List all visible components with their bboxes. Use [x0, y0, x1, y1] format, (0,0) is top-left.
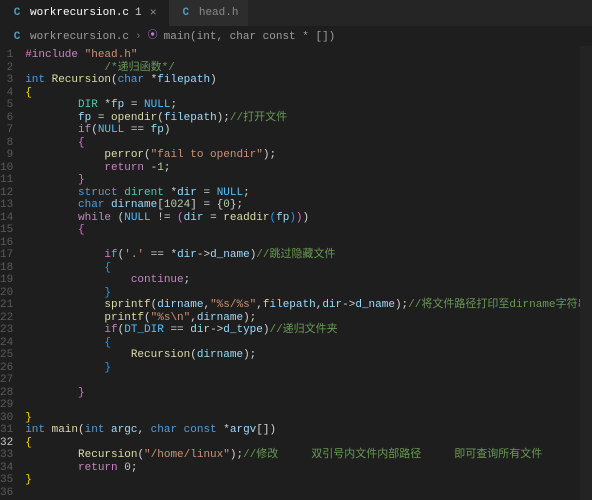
- close-icon[interactable]: ×: [148, 7, 159, 19]
- code-line[interactable]: {: [25, 262, 592, 275]
- breadcrumb[interactable]: C workrecursion.c › ⦿ main(int, char con…: [0, 27, 592, 47]
- line-number: 7: [0, 124, 13, 137]
- code-content[interactable]: #include "head.h" /*递归函数*/int Recursion(…: [21, 47, 592, 500]
- code-line[interactable]: return 0;: [25, 462, 592, 475]
- code-line[interactable]: perror("fail to opendir");: [25, 149, 592, 162]
- line-number: 34: [0, 462, 13, 475]
- line-number: 23: [0, 324, 13, 337]
- chevron-right-icon: ›: [135, 30, 142, 45]
- code-line[interactable]: {: [25, 224, 592, 237]
- code-line[interactable]: Recursion("/home/linux");//修改 双引号内文件内部路径…: [25, 449, 592, 462]
- code-line[interactable]: struct dirent *dir = NULL;: [25, 187, 592, 200]
- line-number: 17: [0, 249, 13, 262]
- line-number: 33: [0, 449, 13, 462]
- c-file-icon: C: [179, 6, 193, 20]
- line-number: 21: [0, 299, 13, 312]
- code-line[interactable]: }: [25, 474, 592, 487]
- line-number: 24: [0, 337, 13, 350]
- tab-label: head.h: [199, 6, 239, 21]
- line-number: 15: [0, 224, 13, 237]
- code-line[interactable]: int Recursion(char *filepath): [25, 74, 592, 87]
- line-number: 11: [0, 174, 13, 187]
- line-number: 36: [0, 487, 13, 500]
- editor-area: 1234567891011121314151617181920212223242…: [0, 47, 592, 500]
- code-line[interactable]: }: [25, 174, 592, 187]
- code-line[interactable]: continue;: [25, 274, 592, 287]
- line-number: 19: [0, 274, 13, 287]
- line-number: 3: [0, 74, 13, 87]
- line-number: 20: [0, 287, 13, 300]
- code-line[interactable]: }: [25, 287, 592, 300]
- line-number: 16: [0, 237, 13, 250]
- code-line[interactable]: while (NULL != (dir = readdir(fp))): [25, 212, 592, 225]
- code-line[interactable]: #include "head.h": [25, 49, 592, 62]
- line-number: 28: [0, 387, 13, 400]
- breadcrumb-symbol[interactable]: main(int, char const * []): [164, 30, 336, 45]
- code-line[interactable]: if(NULL == fp): [25, 124, 592, 137]
- tab-label: workrecursion.c: [30, 6, 129, 21]
- line-number: 18: [0, 262, 13, 275]
- code-line[interactable]: /*递归函数*/: [25, 62, 592, 75]
- code-line[interactable]: sprintf(dirname,"%s/%s",filepath,dir->d_…: [25, 299, 592, 312]
- code-line[interactable]: {: [25, 87, 592, 100]
- c-file-icon: C: [10, 30, 24, 44]
- line-number: 2: [0, 62, 13, 75]
- code-line[interactable]: }: [25, 362, 592, 375]
- symbol-method-icon: ⦿: [148, 30, 158, 44]
- minimap[interactable]: [580, 46, 592, 500]
- line-number: 14: [0, 212, 13, 225]
- code-line[interactable]: [25, 374, 592, 387]
- line-number: 6: [0, 112, 13, 125]
- line-number: 29: [0, 399, 13, 412]
- line-number: 35: [0, 474, 13, 487]
- line-number: 30: [0, 412, 13, 425]
- code-line[interactable]: if('.' == *dir->d_name)//跳过隐藏文件: [25, 249, 592, 262]
- line-number: 25: [0, 349, 13, 362]
- code-line[interactable]: {: [25, 437, 592, 450]
- tab-head-h[interactable]: Chead.h: [169, 0, 249, 26]
- code-line[interactable]: DIR *fp = NULL;: [25, 99, 592, 112]
- code-line[interactable]: [25, 399, 592, 412]
- line-number-gutter: 1234567891011121314151617181920212223242…: [0, 47, 21, 500]
- tab-bar: Cworkrecursion.c 1 × Chead.h: [0, 0, 592, 27]
- c-file-icon: C: [10, 6, 24, 20]
- line-number: 22: [0, 312, 13, 325]
- code-line[interactable]: [25, 487, 592, 500]
- line-number: 8: [0, 137, 13, 150]
- code-line[interactable]: fp = opendir(filepath);//打开文件: [25, 112, 592, 125]
- code-line[interactable]: char dirname[1024] = {0};: [25, 199, 592, 212]
- code-line[interactable]: printf("%s\n",dirname);: [25, 312, 592, 325]
- line-number: 9: [0, 149, 13, 162]
- line-number: 5: [0, 99, 13, 112]
- code-line[interactable]: [25, 237, 592, 250]
- code-line[interactable]: if(DT_DIR == dir->d_type)//递归文件夹: [25, 324, 592, 337]
- line-number: 32: [0, 437, 13, 450]
- line-number: 31: [0, 424, 13, 437]
- code-line[interactable]: Recursion(dirname);: [25, 349, 592, 362]
- code-line[interactable]: }: [25, 412, 592, 425]
- line-number: 12: [0, 187, 13, 200]
- code-line[interactable]: return -1;: [25, 162, 592, 175]
- dirty-badge: 1: [135, 6, 142, 21]
- line-number: 27: [0, 374, 13, 387]
- line-number: 4: [0, 87, 13, 100]
- line-number: 10: [0, 162, 13, 175]
- tab-workrecursion-c[interactable]: Cworkrecursion.c 1 ×: [0, 0, 169, 26]
- code-line[interactable]: {: [25, 137, 592, 150]
- line-number: 1: [0, 49, 13, 62]
- line-number: 13: [0, 199, 13, 212]
- code-line[interactable]: }: [25, 387, 592, 400]
- breadcrumb-file[interactable]: workrecursion.c: [30, 30, 129, 45]
- code-line[interactable]: int main(int argc, char const *argv[]): [25, 424, 592, 437]
- code-line[interactable]: {: [25, 337, 592, 350]
- editor-window: Cworkrecursion.c 1 × Chead.h C workrecursio…: [0, 0, 592, 500]
- line-number: 26: [0, 362, 13, 375]
